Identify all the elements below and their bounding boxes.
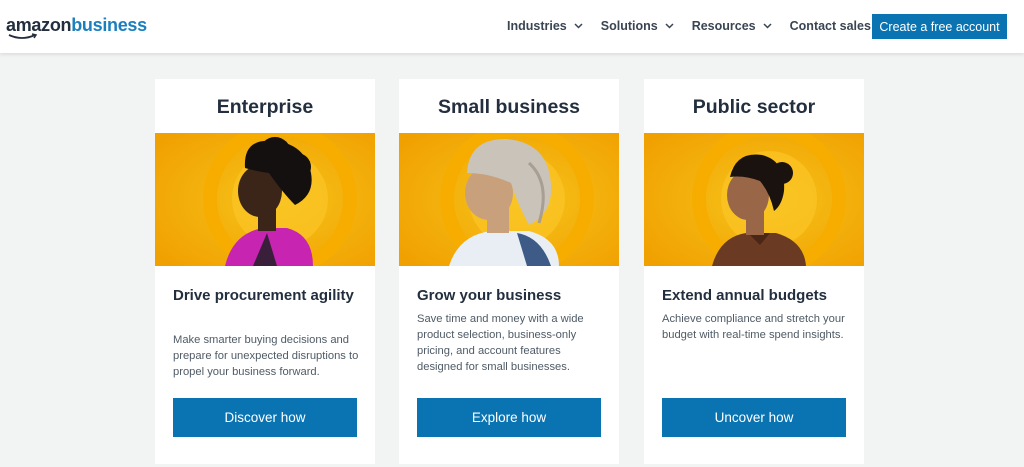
logo-business-text: business [71,15,147,35]
nav-label: Industries [507,19,567,33]
nav-contact-sales[interactable]: Contact sales [790,19,871,33]
nav-label: Contact sales [789,19,871,33]
enterprise-portrait-image [155,133,375,266]
card-description: Make smarter buying decisions and prepar… [173,334,359,378]
small-business-portrait-image [399,133,619,266]
chevron-down-icon [763,23,772,29]
card-heading: Grow your business [417,287,562,304]
nav-resources[interactable]: Resources [692,19,772,33]
uncover-how-button[interactable]: Uncover how [662,398,846,437]
create-free-account-button[interactable]: Create a free account [872,14,1007,39]
discover-how-button[interactable]: Discover how [173,398,357,437]
nav-solutions[interactable]: Solutions [601,19,674,33]
nav-label: Solutions [600,19,658,33]
card-title: Enterprise [216,96,314,118]
nav-industries[interactable]: Industries [507,19,583,33]
amazon-business-logo[interactable]: amazonbusiness [6,14,147,42]
card-public-sector: Public sector Extend annual budgets Achi… [644,79,864,464]
nav-label: Resources [691,19,756,33]
card-title: Public sector [692,96,816,118]
card-heading: Drive procurement agility [173,287,354,304]
card-description: Achieve compliance and stretch your budg… [662,313,845,341]
card-enterprise: Enterprise Drive procurement agility Mak… [155,79,375,464]
logo-amazon-text: amazon [6,15,72,35]
card-heading: Extend annual budgets [662,287,828,304]
public-sector-portrait-image [644,133,864,266]
main-nav: Industries Solutions Resources Contact s… [507,16,889,36]
card-small-business: Small business Grow your business Save t… [399,79,619,464]
top-header: amazonbusiness Industries Solutions Reso… [0,0,1024,53]
card-title: Small business [438,96,580,118]
chevron-down-icon [574,23,583,29]
chevron-down-icon [665,23,674,29]
smile-arrow-icon [8,33,38,39]
explore-how-button[interactable]: Explore how [417,398,601,437]
card-description: Save time and money with a wide product … [417,313,584,373]
